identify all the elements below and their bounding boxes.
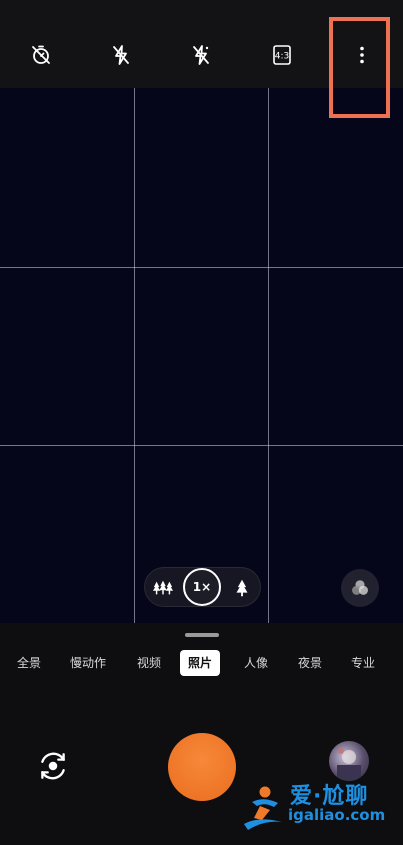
watermark: 爱·尬聊 igaliao.com	[238, 776, 398, 836]
gallery-thumbnail[interactable]	[329, 741, 369, 781]
grid-line	[0, 445, 403, 446]
mode-night[interactable]: 夜景	[295, 650, 325, 676]
grid-line	[0, 267, 403, 268]
mode-panorama[interactable]: 全景	[14, 650, 44, 676]
multi-tree-icon[interactable]	[148, 573, 178, 603]
auto-flash-off-icon[interactable]	[184, 38, 218, 72]
mode-selector: 全景 慢动作 视频 照片 人像 夜景 专业	[0, 650, 403, 676]
aspect-ratio-label: 4:3	[275, 52, 289, 62]
grid-line	[268, 88, 269, 623]
flash-off-icon[interactable]	[104, 38, 138, 72]
zoom-level: 1×	[192, 580, 212, 594]
highlight-box	[329, 17, 390, 118]
timer-off-icon[interactable]	[24, 38, 58, 72]
aspect-ratio-icon[interactable]: 4:3	[265, 38, 299, 72]
single-tree-icon[interactable]	[227, 573, 257, 603]
zoom-1x-button[interactable]: 1×	[183, 568, 221, 606]
mode-pro[interactable]: 专业	[348, 650, 378, 676]
mode-portrait[interactable]: 人像	[241, 650, 271, 676]
camera-viewfinder[interactable]	[0, 88, 403, 623]
drawer-handle[interactable]	[185, 633, 219, 637]
switch-camera-icon[interactable]	[34, 747, 72, 785]
grid-line	[134, 88, 135, 623]
watermark-url: igaliao.com	[288, 806, 386, 824]
mode-slow-motion[interactable]: 慢动作	[68, 650, 108, 676]
color-filter-icon[interactable]	[341, 569, 379, 607]
mode-video[interactable]: 视频	[134, 650, 164, 676]
mode-photo[interactable]: 照片	[180, 650, 221, 676]
watermark-logo-icon	[244, 786, 282, 830]
shutter-button[interactable]	[168, 733, 236, 801]
